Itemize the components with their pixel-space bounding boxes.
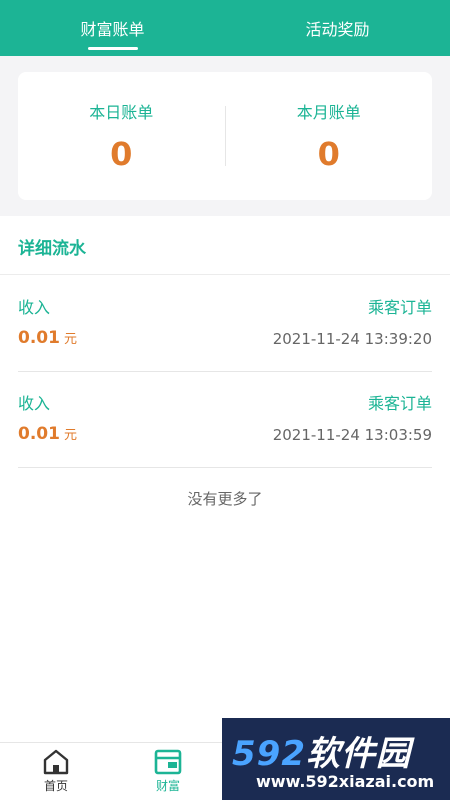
record-source: 乘客订单 bbox=[367, 394, 432, 413]
list-item[interactable]: 收入 乘客订单 0.01 元 2021-11-24 13:03:59 bbox=[18, 372, 432, 468]
tab-wealth-bill-label: 财富账单 bbox=[80, 20, 145, 39]
tab-activity-reward[interactable]: 活动奖励 bbox=[225, 0, 450, 56]
daily-bill-label: 本日账单 bbox=[89, 103, 154, 122]
record-amount-value: 0.01 bbox=[18, 424, 60, 444]
tab-activity-reward-label: 活动奖励 bbox=[305, 20, 370, 39]
no-more-text: 没有更多了 bbox=[187, 490, 263, 508]
nav-item-home-label: 首页 bbox=[43, 779, 68, 793]
monthly-bill: 本月账单 0 bbox=[226, 72, 433, 200]
watermark-logo-text: 592软件园 bbox=[232, 726, 411, 775]
home-icon bbox=[43, 749, 69, 775]
summary-card: 本日账单 0 本月账单 0 bbox=[18, 72, 432, 200]
summary-section: 本日账单 0 本月账单 0 bbox=[0, 56, 450, 216]
detail-separator bbox=[0, 274, 450, 275]
watermark-url: www.592xiazai.com bbox=[256, 772, 435, 791]
record-time: 2021-11-24 13:03:59 bbox=[272, 426, 432, 444]
record-divider bbox=[18, 467, 432, 468]
record-amount-unit: 元 bbox=[63, 428, 77, 443]
nav-item-home[interactable]: 首页 bbox=[0, 743, 112, 800]
record-amount: 0.01 元 bbox=[18, 328, 77, 348]
record-amount: 0.01 元 bbox=[18, 424, 77, 444]
watermark-digits: 592 bbox=[232, 734, 306, 774]
record-time: 2021-11-24 13:39:20 bbox=[272, 330, 432, 348]
daily-bill: 本日账单 0 bbox=[18, 72, 225, 200]
monthly-bill-value: 0 bbox=[317, 135, 340, 173]
record-amount-unit: 元 bbox=[63, 332, 77, 347]
nav-item-wealth[interactable]: 财富 bbox=[112, 743, 224, 800]
detail-section: 详细流水 收入 乘客订单 0.01 元 2021-11-24 13:39:20 收… bbox=[0, 216, 450, 742]
watermark-logo: 592软件园 www.592xiazai.com bbox=[222, 718, 450, 800]
top-tab-bar: 财富账单 活动奖励 bbox=[0, 0, 450, 56]
list-item[interactable]: 收入 乘客订单 0.01 元 2021-11-24 13:39:20 bbox=[18, 276, 432, 372]
detail-title: 详细流水 bbox=[18, 239, 86, 259]
record-type: 收入 bbox=[18, 298, 51, 317]
wallet-icon bbox=[154, 749, 182, 775]
record-amount-value: 0.01 bbox=[18, 328, 60, 348]
watermark-name: 软件园 bbox=[305, 734, 411, 774]
daily-bill-value: 0 bbox=[110, 135, 133, 173]
record-type: 收入 bbox=[18, 394, 51, 413]
nav-item-wealth-label: 财富 bbox=[155, 779, 180, 793]
tab-wealth-bill[interactable]: 财富账单 bbox=[0, 0, 225, 56]
record-source: 乘客订单 bbox=[367, 298, 432, 317]
monthly-bill-label: 本月账单 bbox=[296, 103, 361, 122]
